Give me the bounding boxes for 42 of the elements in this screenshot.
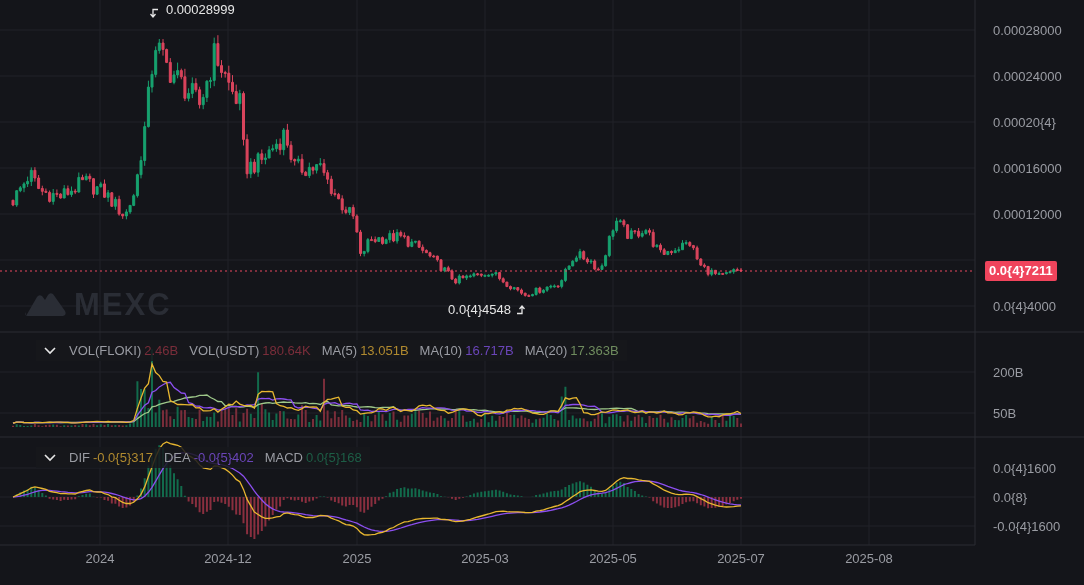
legend-label: MA(5)	[321, 343, 358, 358]
low-price-label: 0.0{4}4548	[448, 302, 511, 317]
legend-label: DIF	[69, 450, 90, 465]
legend-label: MACD	[264, 450, 303, 465]
volume-axis-label: 50B	[993, 406, 1017, 421]
arrow-icon	[149, 8, 159, 18]
legend-label: MA(10)	[419, 343, 463, 358]
high-price-label: 0.00028999	[166, 2, 235, 17]
macd-axis-label: 0.0{4}1600	[993, 461, 1056, 476]
legend-value: 17.363B	[570, 343, 619, 358]
time-axis-label: 2025-05	[589, 551, 637, 566]
legend-value: 13.051B	[360, 343, 409, 358]
legend-value: 16.717B	[465, 343, 514, 358]
macd-axis-label: -0.0{4}1600	[993, 519, 1061, 534]
price-axis-label: 0.00028000	[993, 23, 1062, 38]
legend-label: DEA	[163, 450, 191, 465]
legend-value: -0.0{5}402	[193, 450, 254, 465]
time-axis-label: 2025-07	[717, 551, 765, 566]
legend-value: -0.0{5}317	[92, 450, 153, 465]
time-axis-label: 2025-08	[845, 551, 893, 566]
time-axis-label: 2025-03	[461, 551, 509, 566]
time-axis-label: 2024-12	[204, 551, 252, 566]
legend-value: 180.64K	[262, 343, 311, 358]
price-axis-label: 0.00012000	[993, 207, 1062, 222]
current-price-badge: 0.0{4}7211	[985, 261, 1057, 281]
volume-axis-label: 200B	[993, 365, 1024, 380]
time-axis-label: 2024	[85, 551, 115, 566]
legend-label: MA(20)	[524, 343, 568, 358]
price-axis-label: 0.00016000	[993, 161, 1062, 176]
macd-axis-label: 0.0{8}	[993, 490, 1027, 505]
price-axis-label: 0.0{4}4000	[993, 299, 1056, 314]
chevron-down-icon	[44, 453, 56, 462]
legend-value: 0.0{5}168	[306, 450, 362, 465]
legend-label: VOL(USDT)	[189, 343, 260, 358]
time-axis-label: 2025	[342, 551, 372, 566]
chevron-down-icon	[44, 346, 56, 355]
price-axis-label: 0.00024000	[993, 69, 1062, 84]
logo-icon	[25, 293, 66, 316]
price-axis-label: 0.00020{4}	[993, 115, 1056, 130]
legend-value: 2.46B	[144, 343, 179, 358]
legend-label: VOL(FLOKI)	[69, 343, 142, 358]
arrow-icon	[516, 305, 526, 315]
